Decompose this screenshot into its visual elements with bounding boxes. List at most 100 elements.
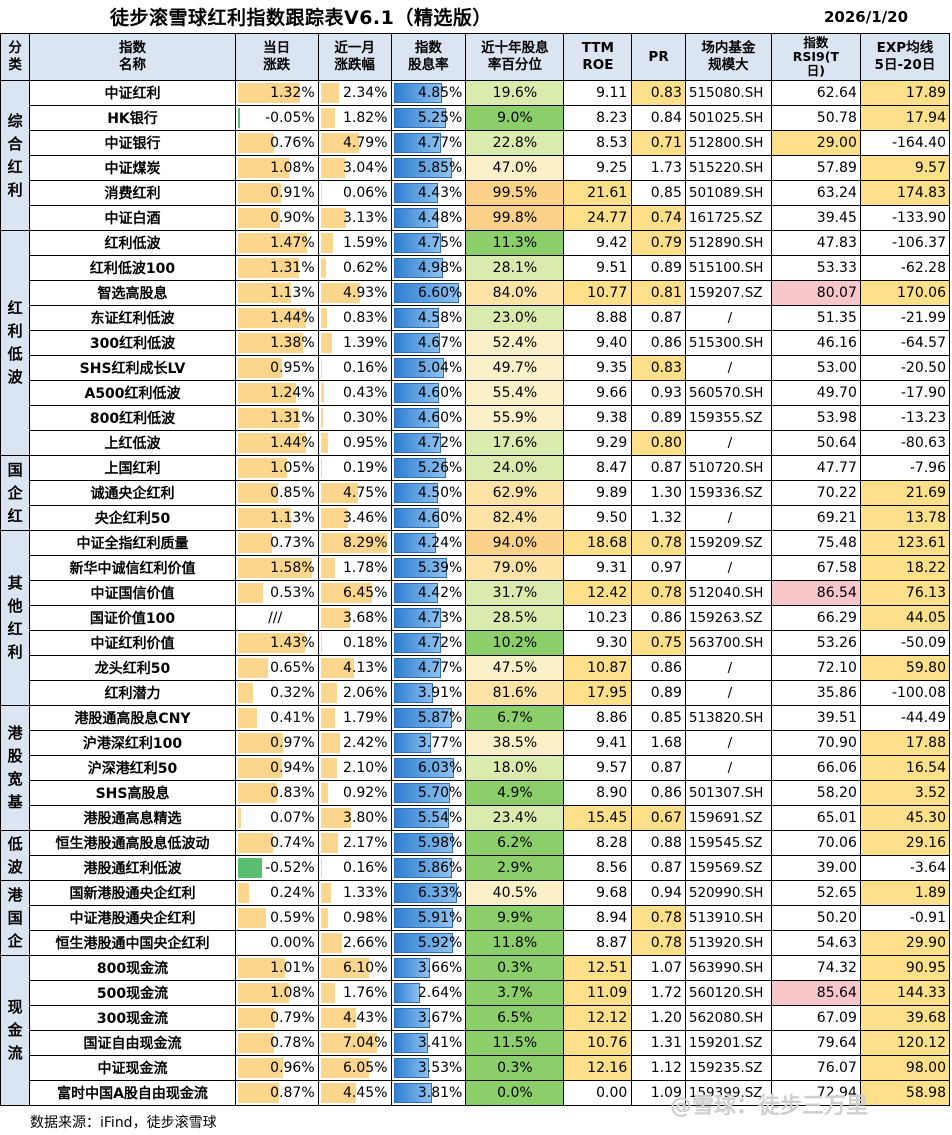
day-change-value: 0.95%	[270, 360, 315, 376]
pr-value: 0.87	[631, 305, 686, 331]
dividend-yield: 4.77%	[390, 130, 467, 156]
dividend-yield: 4.75%	[390, 230, 467, 256]
month-change: 0.16%	[317, 855, 392, 881]
dividend-yield-value: 3.53%	[417, 1060, 463, 1076]
ttm-roe: 8.88	[563, 305, 633, 331]
table-row: 其他红利 中证全指红利质量 0.73% 8.29% 4.24% 94.0% 18.68 0.7…	[0, 530, 951, 706]
table-row: 中证银行 0.76% 4.79% 4.77% 22.8% 8.53 0.71 512800.S…	[1, 130, 951, 156]
pr-value: 0.81	[631, 280, 686, 306]
dividend-yield-value: 4.67%	[417, 335, 463, 351]
exp-value: 123.61	[859, 530, 951, 556]
day-change: 0.76%	[234, 130, 319, 156]
day-change: 0.91%	[234, 180, 319, 206]
pr-value: 0.97	[631, 555, 686, 581]
ttm-roe: 9.68	[563, 880, 633, 906]
day-change: 0.83%	[234, 780, 319, 806]
day-change: 0.85%	[234, 480, 319, 506]
ttm-roe: 0.00	[563, 1080, 633, 1106]
table-row: 港股宽基 港股通高股息CNY 0.41% 1.79% 5.87% 6.7% 8.86 0.85…	[0, 705, 951, 831]
month-change-bar	[320, 783, 328, 803]
fund-code: 515100.SH	[684, 255, 772, 281]
index-name: 红利潜力	[29, 680, 236, 706]
rsi-value: 39.51	[770, 705, 861, 731]
day-change: 0.32%	[234, 680, 319, 706]
col-yield-percentile: 近十年股息 率百分位	[465, 33, 565, 81]
ttm-roe: 8.28	[563, 830, 633, 856]
pr-value: 0.84	[631, 105, 686, 131]
month-change-value: 1.76%	[343, 985, 388, 1001]
yield-percentile: 38.5%	[465, 730, 565, 756]
month-change-value: 4.43%	[343, 1010, 388, 1026]
dividend-yield-value: 4.60%	[417, 410, 463, 426]
yield-percentile: 40.5%	[465, 880, 565, 906]
pr-value: 1.72	[631, 980, 686, 1006]
dividend-yield: 4.98%	[390, 255, 467, 281]
ttm-roe: 9.29	[563, 430, 633, 456]
dividend-yield-value: 5.86%	[417, 860, 463, 876]
fund-code: 563700.SH	[684, 630, 772, 656]
month-change: 0.95%	[317, 430, 392, 456]
dividend-yield: 5.86%	[390, 855, 467, 881]
ttm-roe: 12.51	[563, 955, 633, 981]
day-change: 0.41%	[234, 705, 319, 731]
category-cell: 现金流	[0, 955, 31, 1106]
day-change: 0.95%	[234, 355, 319, 381]
pr-value: 1.12	[631, 1055, 686, 1081]
yield-percentile: 82.4%	[465, 505, 565, 531]
category-cell: 其他红利	[0, 530, 31, 706]
day-change: 1.05%	[234, 455, 319, 481]
day-change-value: 0.87%	[270, 1085, 315, 1101]
yield-percentile: 31.7%	[465, 580, 565, 606]
day-change-bar	[237, 583, 263, 603]
month-change-value: 0.06%	[343, 185, 388, 201]
table-row: 现金流 800现金流 1.01% 6.10% 3.66% 0.3% 12.51 1.07 563…	[0, 955, 951, 1106]
rsi-value: 58.20	[770, 780, 861, 806]
dividend-yield-value: 4.50%	[417, 485, 463, 501]
rsi-value: 67.09	[770, 1005, 861, 1031]
month-change: 0.83%	[317, 305, 392, 331]
exp-value: 45.30	[859, 805, 951, 831]
index-name: 港股通红利低波	[29, 855, 236, 881]
pr-value: 0.87	[631, 855, 686, 881]
table-row: 红利潜力 0.32% 2.06% 3.91% 81.6% 17.95 0.89/35.86-…	[1, 680, 951, 706]
pr-value: 0.83	[631, 80, 686, 106]
day-change-value: 0.90%	[270, 210, 315, 226]
day-change-value: 0.94%	[270, 760, 315, 776]
exp-value: -7.96	[859, 455, 951, 481]
day-change-bar	[237, 858, 263, 878]
month-change-value: 0.62%	[343, 260, 388, 276]
month-change-bar	[320, 308, 328, 328]
day-change-bar	[237, 533, 273, 553]
fund-code: /	[684, 305, 772, 331]
index-name: 300现金流	[29, 1005, 236, 1031]
month-change: 2.66%	[317, 930, 392, 956]
fund-code: 159545.SZ	[684, 830, 772, 856]
rsi-value: 75.48	[770, 530, 861, 556]
col-day-change: 当日 涨跌	[234, 33, 319, 81]
rsi-value: 47.83	[770, 230, 861, 256]
month-change: 0.92%	[317, 780, 392, 806]
pr-value: 0.78	[631, 530, 686, 556]
day-change-value: 0.32%	[270, 685, 315, 701]
day-change-value: 1.31%	[270, 410, 315, 426]
yield-percentile: 4.9%	[465, 780, 565, 806]
fund-code: 562080.SH	[684, 1005, 772, 1031]
index-name: 上红低波	[29, 430, 236, 456]
index-name: 港股通高息精选	[29, 805, 236, 831]
fund-code: 159201.SZ	[684, 1030, 772, 1056]
ttm-roe: 18.68	[563, 530, 633, 556]
month-change-value: 0.98%	[343, 910, 388, 926]
yield-percentile: 0.3%	[465, 1055, 565, 1081]
pr-value: 0.74	[631, 205, 686, 231]
exp-value: -44.49	[859, 705, 951, 731]
fund-code: 159691.SZ	[684, 805, 772, 831]
month-change-value: 0.30%	[343, 410, 388, 426]
fund-code: 159569.SZ	[684, 855, 772, 881]
day-change-value: 0.97%	[270, 735, 315, 751]
rsi-value: 66.06	[770, 755, 861, 781]
table-row: 500现金流 1.08% 1.76% 2.64% 3.7% 11.09 1.72 560120…	[1, 980, 951, 1006]
day-change: 1.43%	[234, 630, 319, 656]
day-change-bar	[237, 808, 241, 828]
rsi-value: 39.45	[770, 205, 861, 231]
dividend-yield-value: 4.43%	[417, 185, 463, 201]
